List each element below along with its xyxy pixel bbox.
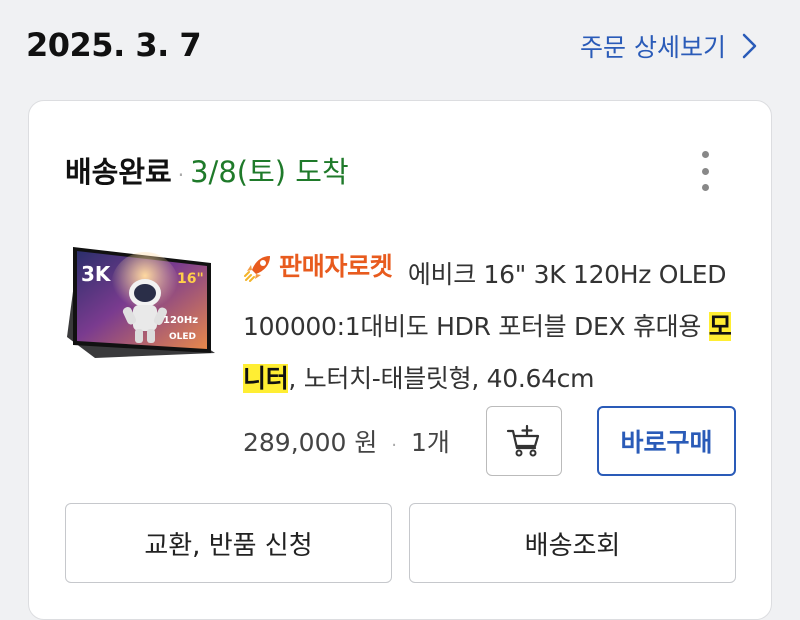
order-date: 2025. 3. 7 bbox=[26, 26, 202, 64]
order-detail-label: 주문 상세보기 bbox=[580, 33, 726, 62]
status-label: 배송완료 bbox=[65, 155, 172, 189]
order-card: 배송완료 · 3/8(토) 도착 3K 16" 120Hz OLED 판매자로켓… bbox=[28, 100, 772, 620]
image-label-size: 16" bbox=[177, 271, 204, 287]
product-title[interactable]: 판매자로켓 에비크 16" 3K 120Hz OLED 100000:1대비도 … bbox=[243, 241, 753, 405]
product-title-suffix: , 노터치-태블릿형, 40.64cm bbox=[288, 364, 595, 393]
status-separator: · bbox=[177, 163, 185, 187]
price-separator: · bbox=[391, 435, 398, 456]
image-label-refresh: 120Hz bbox=[163, 315, 198, 326]
order-header: 2025. 3. 7 주문 상세보기 bbox=[0, 0, 800, 100]
more-options-icon[interactable] bbox=[695, 151, 715, 191]
image-label-resolution: 3K bbox=[81, 262, 112, 286]
order-detail-link[interactable]: 주문 상세보기 bbox=[580, 28, 760, 64]
product-quantity: 1개 bbox=[410, 428, 450, 457]
cart-plus-icon bbox=[506, 424, 540, 457]
price-quantity: 289,000 원 · 1개 bbox=[243, 423, 450, 459]
arrival-date: 3/8(토) 도착 bbox=[190, 155, 349, 189]
delivery-status: 배송완료 · 3/8(토) 도착 bbox=[65, 149, 349, 191]
seller-rocket-label: 판매자로켓 bbox=[279, 252, 393, 281]
add-to-cart-button[interactable] bbox=[486, 406, 562, 476]
chevron-right-icon bbox=[742, 33, 757, 59]
rocket-icon bbox=[244, 256, 270, 282]
seller-rocket-badge: 판매자로켓 bbox=[243, 241, 393, 293]
track-delivery-button[interactable]: 배송조회 bbox=[409, 503, 736, 583]
buy-now-button[interactable]: 바로구매 bbox=[597, 406, 736, 476]
exchange-return-button[interactable]: 교환, 반품 신청 bbox=[65, 503, 392, 583]
image-label-panel: OLED bbox=[169, 332, 196, 342]
product-price: 289,000 원 bbox=[243, 428, 378, 457]
product-image[interactable]: 3K 16" 120Hz OLED bbox=[65, 241, 215, 359]
